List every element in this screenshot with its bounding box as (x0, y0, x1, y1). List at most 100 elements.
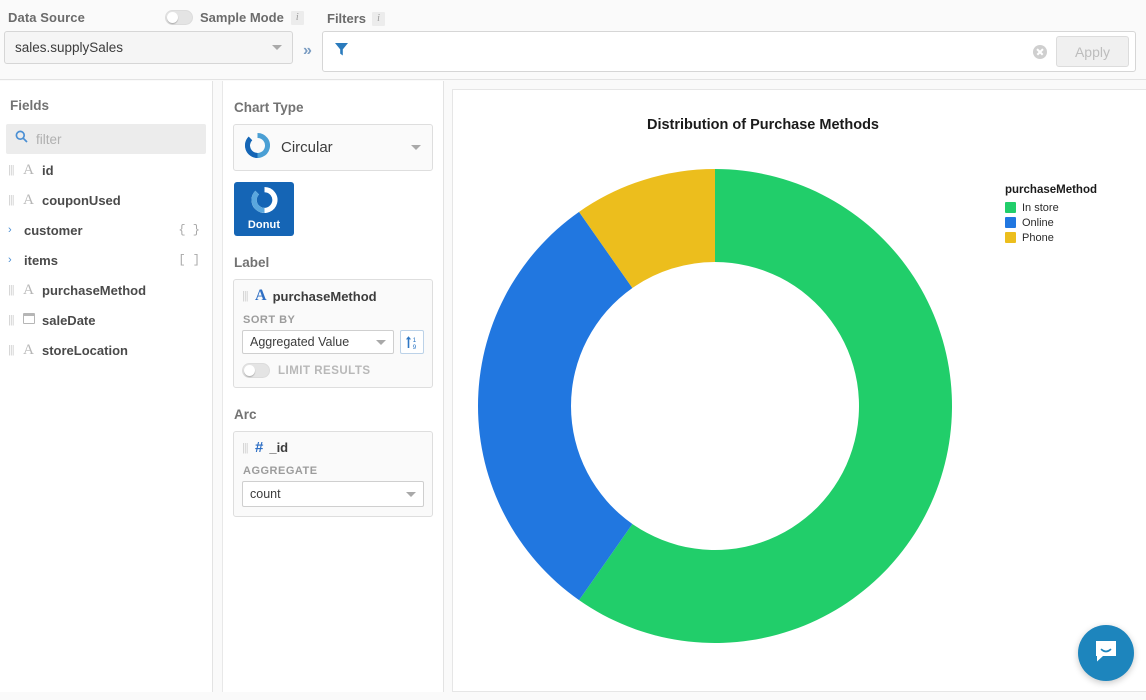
chart-subtype-label: Donut (248, 219, 280, 231)
chart-title: Distribution of Purchase Methods (453, 117, 1073, 133)
app-root: Data Source Sample Mode i sales.supplySa… (0, 0, 1146, 700)
legend-swatch (1005, 202, 1016, 213)
legend-swatch (1005, 232, 1016, 243)
chevron-down-icon (406, 492, 416, 497)
label-field-chip[interactable]: ||| A purchaseMethod (242, 287, 424, 305)
expand-panel-icon[interactable]: » (303, 43, 312, 59)
chart-subtype-donut-button[interactable]: Donut (234, 182, 294, 236)
filter-input-bar[interactable]: Apply (322, 31, 1136, 72)
chat-bubble-icon (1092, 637, 1120, 670)
chart-type-value: Circular (281, 139, 400, 156)
fields-filter-placeholder: filter (36, 132, 62, 147)
arc-field-name: _id (269, 440, 288, 455)
field-item-saleDate[interactable]: ||| saleDate (0, 306, 212, 334)
label-field-name: purchaseMethod (273, 289, 377, 304)
donut-icon (251, 187, 278, 218)
sample-mode-toggle[interactable] (165, 10, 193, 25)
legend-item-online[interactable]: Online (1005, 215, 1097, 230)
arc-section-title: Arc (223, 388, 443, 422)
data-source-value: sales.supplySales (15, 40, 272, 55)
data-source-label: Data Source (8, 10, 85, 25)
legend-label: In store (1022, 202, 1059, 214)
filter-funnel-icon (333, 41, 350, 63)
fields-filter-input[interactable]: filter (6, 124, 206, 154)
drag-handle-icon[interactable]: ||| (8, 344, 15, 356)
svg-text:1: 1 (413, 337, 417, 344)
aggregate-value: count (250, 487, 406, 501)
label-encoding-box: ||| A purchaseMethod SORT BY Aggregated … (233, 279, 433, 388)
data-source-select[interactable]: sales.supplySales (4, 31, 293, 64)
sort-by-label: SORT BY (243, 314, 424, 326)
field-item-storeLocation[interactable]: |||AstoreLocation (0, 336, 212, 364)
legend-item-in-store[interactable]: In store (1005, 200, 1097, 215)
field-name: customer (24, 223, 83, 238)
chevron-down-icon (376, 340, 386, 345)
fields-list: |||Aid|||AcouponUsed›customer{ }›items[ … (0, 156, 212, 364)
string-type-icon: A (21, 192, 36, 209)
field-item-couponUsed[interactable]: |||AcouponUsed (0, 186, 212, 214)
drag-handle-icon[interactable]: ||| (242, 442, 249, 454)
sort-by-select[interactable]: Aggregated Value (242, 330, 394, 354)
arc-encoding-box: ||| # _id AGGREGATE count (233, 431, 433, 517)
chart-type-select[interactable]: Circular (233, 124, 433, 171)
field-name: items (24, 253, 58, 268)
filters-label: Filters (327, 11, 366, 26)
date-type-icon (21, 312, 36, 329)
expand-chevron-icon[interactable]: › (8, 254, 18, 266)
expand-chevron-icon[interactable]: › (8, 224, 18, 236)
limit-results-toggle[interactable] (242, 363, 270, 378)
fields-title: Fields (0, 81, 212, 113)
search-icon (15, 130, 28, 148)
chart-panel: Distribution of Purchase Methods purchas… (452, 89, 1146, 692)
legend-swatch (1005, 217, 1016, 228)
string-type-icon: A (255, 287, 267, 305)
sample-mode-info-icon[interactable]: i (291, 11, 304, 25)
legend-items: In store Online Phone (1005, 200, 1097, 245)
legend-label: Phone (1022, 232, 1054, 244)
field-type-brace: [ ] (178, 253, 200, 267)
filters-info-icon[interactable]: i (372, 12, 385, 26)
string-type-icon: A (21, 282, 36, 299)
field-item-items[interactable]: › items [ ] (0, 246, 212, 274)
label-section-title: Label (223, 236, 443, 270)
encode-panel: Chart Type Circular Donut Label (222, 81, 444, 692)
legend-title: purchaseMethod (1005, 184, 1097, 196)
limit-results-label: LIMIT RESULTS (278, 365, 371, 377)
sample-mode-group: Sample Mode i (165, 10, 304, 25)
chevron-down-icon (272, 45, 282, 50)
field-name: id (42, 163, 54, 178)
string-type-icon: A (21, 162, 36, 179)
fields-panel: Fields filter |||Aid|||AcouponUsed›custo… (0, 81, 213, 692)
chevron-down-icon (411, 145, 421, 150)
drag-handle-icon[interactable]: ||| (242, 290, 249, 302)
field-name: storeLocation (42, 343, 128, 358)
clear-filter-icon[interactable] (1033, 45, 1047, 59)
field-item-id[interactable]: ||| Aid (0, 156, 212, 184)
sort-by-row: Aggregated Value 1 9 (242, 330, 424, 354)
legend-item-phone[interactable]: Phone (1005, 230, 1097, 245)
arc-field-chip[interactable]: ||| # _id (242, 439, 424, 456)
sample-mode-label: Sample Mode (200, 10, 284, 25)
chart-legend: purchaseMethod In store Online Phone (1005, 184, 1097, 245)
aggregate-label: AGGREGATE (243, 465, 424, 477)
drag-handle-icon[interactable]: ||| (8, 284, 15, 296)
drag-handle-icon[interactable]: ||| (8, 194, 15, 206)
apply-button[interactable]: Apply (1056, 36, 1129, 67)
field-name: saleDate (42, 313, 95, 328)
svg-text:9: 9 (413, 344, 417, 350)
sort-direction-button[interactable]: 1 9 (400, 330, 424, 354)
field-item-purchaseMethod[interactable]: |||ApurchaseMethod (0, 276, 212, 304)
drag-handle-icon[interactable]: ||| (8, 164, 15, 176)
legend-label: Online (1022, 217, 1054, 229)
top-toolbar: Data Source Sample Mode i sales.supplySa… (0, 0, 1146, 80)
chat-launcher-button[interactable] (1078, 625, 1134, 681)
number-type-icon: # (255, 439, 263, 456)
donut-slice-online[interactable] (478, 212, 632, 600)
field-type-brace: { } (178, 223, 200, 237)
sort-by-value: Aggregated Value (250, 335, 376, 349)
field-item-customer[interactable]: › customer { } (0, 216, 212, 244)
donut-chart[interactable] (473, 156, 973, 656)
drag-handle-icon[interactable]: ||| (8, 314, 15, 326)
limit-results-row: LIMIT RESULTS (242, 363, 424, 378)
aggregate-select[interactable]: count (242, 481, 424, 507)
